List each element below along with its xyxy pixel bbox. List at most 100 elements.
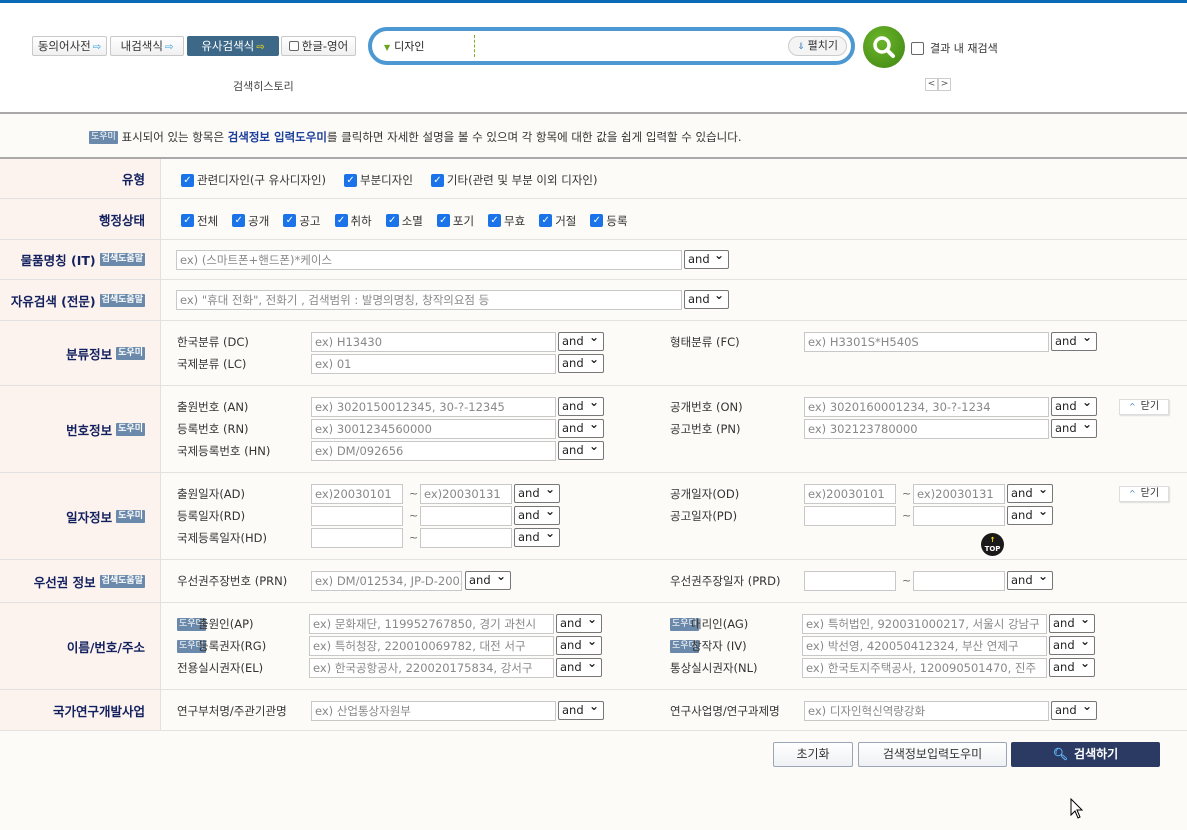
operator-select[interactable]: and <box>556 655 602 677</box>
text-input[interactable]: ex) (스마트폰+핸드폰)*케이스 <box>176 250 682 270</box>
text-input[interactable]: ex) 3020160001234, 30-?-1234 <box>804 397 1049 417</box>
checkbox-item[interactable]: ✓ 등록 <box>590 213 628 229</box>
text-input[interactable]: ex) 박선영, 420050412324, 부산 연제구 <box>802 636 1047 656</box>
date-from-input[interactable] <box>804 571 896 591</box>
date-to-input[interactable] <box>420 528 512 548</box>
date-from-input[interactable] <box>311 506 403 526</box>
helper-badge[interactable]: 도우미 <box>116 346 145 360</box>
text-input[interactable]: ex) 302123780000 <box>804 419 1049 439</box>
helper-badge[interactable]: 도우미 <box>116 422 145 436</box>
text-input[interactable]: ex) DM/092656 <box>311 441 556 461</box>
operator-select[interactable]: and <box>1007 503 1053 525</box>
text-input[interactable]: ex) DM/012534, JP-D-2003 <box>311 571 462 591</box>
operator-select[interactable]: and <box>556 611 602 633</box>
operator-select[interactable]: and <box>1049 655 1095 677</box>
search-helper-button[interactable]: 검색정보입력도우미 <box>858 742 1007 767</box>
operator-select[interactable]: and <box>684 247 729 269</box>
operator-select[interactable]: and <box>465 568 511 590</box>
main-search-box[interactable]: ▼ 디자인 ⇓ 펼치기 <box>368 27 855 65</box>
scroll-top-button[interactable]: ↑ TOP <box>981 533 1004 556</box>
text-input[interactable]: ex) 디자인혁신역량강화 <box>804 701 1049 721</box>
checkbox-checked-icon[interactable]: ✓ <box>385 214 399 227</box>
helper-badge[interactable]: 도우미 <box>116 509 145 523</box>
checkbox-checked-icon[interactable]: ✓ <box>232 214 246 227</box>
checkbox-checked-icon[interactable]: ✓ <box>590 214 604 227</box>
date-from-input[interactable] <box>804 506 896 526</box>
operator-select[interactable]: and <box>1051 698 1097 720</box>
date-to-input[interactable] <box>420 506 512 526</box>
search-within-results-checkbox[interactable]: 결과 내 재검색 <box>911 40 998 56</box>
text-input[interactable]: ex) 3020150012345, 30-?-12345 <box>311 397 556 417</box>
date-to-input[interactable] <box>913 506 1005 526</box>
operator-select[interactable]: and <box>558 329 604 351</box>
date-from-input[interactable]: ex)20030101 <box>311 484 403 504</box>
checkbox-item[interactable]: ✓ 무효 <box>488 213 525 229</box>
expand-button[interactable]: ⇓ 펼치기 <box>788 36 847 56</box>
text-input[interactable]: ex) 01 <box>311 354 556 374</box>
operator-select[interactable]: and <box>684 287 729 309</box>
operator-select[interactable]: and <box>556 633 602 655</box>
search-help-badge[interactable]: 검색도움말 <box>99 574 145 588</box>
checkbox-item[interactable]: ✓ 취하 <box>334 213 372 229</box>
checkbox-checked-icon[interactable]: ✓ <box>181 173 194 187</box>
my-queries-button[interactable]: 내검색식 ⇨ <box>110 36 184 56</box>
text-input[interactable]: ex) 산업통상자원부 <box>311 701 556 721</box>
date-to-input[interactable] <box>913 571 1005 591</box>
korean-english-toggle[interactable]: 한글-영어 <box>281 36 356 56</box>
operator-select[interactable]: and <box>558 351 604 373</box>
checkbox-checked-icon[interactable]: ✓ <box>430 173 444 187</box>
checkbox-item[interactable]: ✓ 기타(관련 및 부분 이외 디자인) <box>430 172 597 188</box>
checkbox-checked-icon[interactable]: ✓ <box>181 214 194 227</box>
checkbox-item[interactable]: ✓ 소멸 <box>385 213 423 229</box>
checkbox-checked-icon[interactable]: ✓ <box>334 214 348 227</box>
text-input[interactable]: ex) 한국토지주택공사, 120090501470, 진주 <box>802 658 1047 678</box>
close-button[interactable]: ^ 닫기 <box>1119 399 1169 415</box>
operator-select[interactable]: and <box>1007 568 1053 590</box>
checkbox-checked-icon[interactable]: ✓ <box>436 214 450 227</box>
synonym-dictionary-button[interactable]: 동의어사전 ⇨ <box>32 36 107 56</box>
close-button[interactable]: ^ 닫기 <box>1119 486 1169 502</box>
checkbox-item[interactable]: ✓ 관련디자인(구 유사디자인) <box>181 172 326 188</box>
search-go-button[interactable] <box>863 26 905 68</box>
checkbox-item[interactable]: ✓ 거절 <box>539 213 576 229</box>
operator-select[interactable]: and <box>514 503 560 525</box>
checkbox-item[interactable]: ✓ 포기 <box>436 213 474 229</box>
operator-select[interactable]: and <box>514 481 560 503</box>
operator-select[interactable]: and <box>1051 416 1097 438</box>
reset-button[interactable]: 초기화 <box>773 742 853 767</box>
operator-select[interactable]: and <box>558 698 604 720</box>
date-from-input[interactable] <box>311 528 403 548</box>
operator-select[interactable]: and <box>558 416 604 438</box>
search-help-badge[interactable]: 검색도움말 <box>99 253 145 266</box>
text-input[interactable]: ex) "휴대 전화", 전화기 , 검색범위 : 발명의명칭, 창작의요점 등 <box>176 290 682 310</box>
prev-button[interactable]: < <box>925 78 938 91</box>
text-input[interactable]: ex) 한국공항공사, 220020175834, 강서구 <box>309 658 554 678</box>
next-button[interactable]: > <box>938 78 951 91</box>
operator-select[interactable]: and <box>558 394 604 416</box>
checkbox-checked-icon[interactable]: ✓ <box>283 214 297 227</box>
text-input[interactable]: ex) H13430 <box>311 332 556 352</box>
checkbox-checked-icon[interactable]: ✓ <box>539 214 553 227</box>
text-input[interactable]: ex) 3001234560000 <box>311 419 556 439</box>
date-to-input[interactable]: ex)20030131 <box>420 484 512 504</box>
operator-select[interactable]: and <box>514 525 560 547</box>
search-help-badge[interactable]: 검색도움말 <box>99 293 145 307</box>
operator-select[interactable]: and <box>1051 329 1097 351</box>
checkbox-checked-icon[interactable]: ✓ <box>488 214 502 227</box>
text-input[interactable]: ex) 특허청장, 220010069782, 대전 서구 <box>309 636 554 656</box>
checkbox-item[interactable]: ✓ 공개 <box>232 213 269 229</box>
operator-select[interactable]: and <box>1049 611 1095 633</box>
text-input[interactable]: ex) 특허법인, 920031000217, 서울시 강남구 <box>802 614 1047 634</box>
operator-select[interactable]: and <box>558 438 604 460</box>
search-history-link[interactable]: 검색히스토리 <box>233 78 294 94</box>
checkbox-item[interactable]: ✓ 전체 <box>181 213 218 229</box>
checkbox-checked-icon[interactable]: ✓ <box>344 173 358 187</box>
text-input[interactable]: ex) 문화재단, 119952767850, 경기 과천시 <box>309 614 554 634</box>
search-scope-dropdown[interactable]: ▼ 디자인 <box>384 38 425 54</box>
checkbox-item[interactable]: ✓ 부분디자인 <box>344 172 413 188</box>
text-input[interactable]: ex) H3301S*H540S <box>804 332 1049 352</box>
operator-select[interactable]: and <box>1051 394 1097 416</box>
checkbox-item[interactable]: ✓ 공고 <box>283 213 321 229</box>
operator-select[interactable]: and <box>1049 633 1095 655</box>
date-to-input[interactable]: ex)20030131 <box>913 484 1005 504</box>
